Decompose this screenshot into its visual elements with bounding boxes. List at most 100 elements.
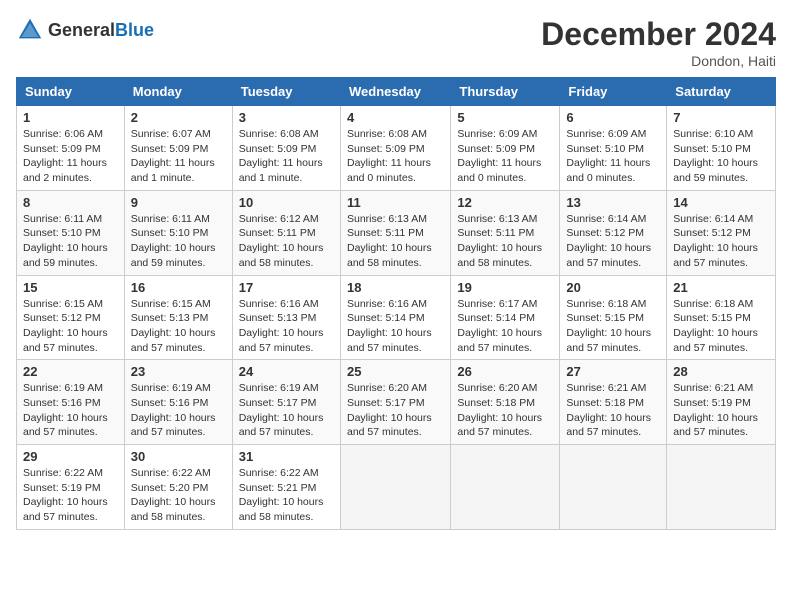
table-row: 11 Sunrise: 6:13 AM Sunset: 5:11 PM Dayl… (340, 190, 450, 275)
day-info: Sunrise: 6:11 AM Sunset: 5:10 PM Dayligh… (23, 212, 118, 271)
col-monday: Monday (124, 78, 232, 106)
table-row: 31 Sunrise: 6:22 AM Sunset: 5:21 PM Dayl… (232, 445, 340, 530)
col-thursday: Thursday (451, 78, 560, 106)
day-number: 8 (23, 195, 118, 210)
day-info: Sunrise: 6:15 AM Sunset: 5:13 PM Dayligh… (131, 297, 226, 356)
page-header: GeneralBlue December 2024 Dondon, Haiti (16, 16, 776, 69)
table-row: 13 Sunrise: 6:14 AM Sunset: 5:12 PM Dayl… (560, 190, 667, 275)
calendar-header-row: Sunday Monday Tuesday Wednesday Thursday… (17, 78, 776, 106)
table-row: 21 Sunrise: 6:18 AM Sunset: 5:15 PM Dayl… (667, 275, 776, 360)
table-row: 4 Sunrise: 6:08 AM Sunset: 5:09 PM Dayli… (340, 106, 450, 191)
logo-text: GeneralBlue (48, 20, 154, 41)
day-number: 27 (566, 364, 660, 379)
table-row: 7 Sunrise: 6:10 AM Sunset: 5:10 PM Dayli… (667, 106, 776, 191)
table-row: 15 Sunrise: 6:15 AM Sunset: 5:12 PM Dayl… (17, 275, 125, 360)
table-row: 17 Sunrise: 6:16 AM Sunset: 5:13 PM Dayl… (232, 275, 340, 360)
logo-general: General (48, 20, 115, 40)
col-friday: Friday (560, 78, 667, 106)
table-row: 29 Sunrise: 6:22 AM Sunset: 5:19 PM Dayl… (17, 445, 125, 530)
day-info: Sunrise: 6:16 AM Sunset: 5:13 PM Dayligh… (239, 297, 334, 356)
day-info: Sunrise: 6:18 AM Sunset: 5:15 PM Dayligh… (566, 297, 660, 356)
table-row: 12 Sunrise: 6:13 AM Sunset: 5:11 PM Dayl… (451, 190, 560, 275)
day-number: 4 (347, 110, 444, 125)
day-info: Sunrise: 6:12 AM Sunset: 5:11 PM Dayligh… (239, 212, 334, 271)
day-number: 7 (673, 110, 769, 125)
day-number: 11 (347, 195, 444, 210)
table-row: 14 Sunrise: 6:14 AM Sunset: 5:12 PM Dayl… (667, 190, 776, 275)
day-number: 28 (673, 364, 769, 379)
table-row: 20 Sunrise: 6:18 AM Sunset: 5:15 PM Dayl… (560, 275, 667, 360)
day-number: 25 (347, 364, 444, 379)
day-info: Sunrise: 6:22 AM Sunset: 5:19 PM Dayligh… (23, 466, 118, 525)
table-row: 23 Sunrise: 6:19 AM Sunset: 5:16 PM Dayl… (124, 360, 232, 445)
table-row: 5 Sunrise: 6:09 AM Sunset: 5:09 PM Dayli… (451, 106, 560, 191)
table-row: 26 Sunrise: 6:20 AM Sunset: 5:18 PM Dayl… (451, 360, 560, 445)
day-number: 24 (239, 364, 334, 379)
table-row: 22 Sunrise: 6:19 AM Sunset: 5:16 PM Dayl… (17, 360, 125, 445)
day-info: Sunrise: 6:16 AM Sunset: 5:14 PM Dayligh… (347, 297, 444, 356)
day-number: 19 (457, 280, 553, 295)
day-info: Sunrise: 6:13 AM Sunset: 5:11 PM Dayligh… (457, 212, 553, 271)
day-info: Sunrise: 6:10 AM Sunset: 5:10 PM Dayligh… (673, 127, 769, 186)
day-number: 17 (239, 280, 334, 295)
location-title: Dondon, Haiti (541, 53, 776, 69)
table-row: 8 Sunrise: 6:11 AM Sunset: 5:10 PM Dayli… (17, 190, 125, 275)
day-info: Sunrise: 6:08 AM Sunset: 5:09 PM Dayligh… (347, 127, 444, 186)
day-number: 26 (457, 364, 553, 379)
calendar-week-row: 1 Sunrise: 6:06 AM Sunset: 5:09 PM Dayli… (17, 106, 776, 191)
day-number: 6 (566, 110, 660, 125)
day-info: Sunrise: 6:21 AM Sunset: 5:18 PM Dayligh… (566, 381, 660, 440)
table-row: 1 Sunrise: 6:06 AM Sunset: 5:09 PM Dayli… (17, 106, 125, 191)
day-info: Sunrise: 6:22 AM Sunset: 5:21 PM Dayligh… (239, 466, 334, 525)
day-info: Sunrise: 6:19 AM Sunset: 5:17 PM Dayligh… (239, 381, 334, 440)
month-title: December 2024 (541, 16, 776, 53)
day-number: 13 (566, 195, 660, 210)
day-info: Sunrise: 6:17 AM Sunset: 5:14 PM Dayligh… (457, 297, 553, 356)
day-info: Sunrise: 6:14 AM Sunset: 5:12 PM Dayligh… (673, 212, 769, 271)
table-row: 30 Sunrise: 6:22 AM Sunset: 5:20 PM Dayl… (124, 445, 232, 530)
table-row: 24 Sunrise: 6:19 AM Sunset: 5:17 PM Dayl… (232, 360, 340, 445)
calendar-table: Sunday Monday Tuesday Wednesday Thursday… (16, 77, 776, 530)
day-info: Sunrise: 6:11 AM Sunset: 5:10 PM Dayligh… (131, 212, 226, 271)
day-info: Sunrise: 6:21 AM Sunset: 5:19 PM Dayligh… (673, 381, 769, 440)
col-wednesday: Wednesday (340, 78, 450, 106)
table-row: 2 Sunrise: 6:07 AM Sunset: 5:09 PM Dayli… (124, 106, 232, 191)
title-block: December 2024 Dondon, Haiti (541, 16, 776, 69)
table-row: 3 Sunrise: 6:08 AM Sunset: 5:09 PM Dayli… (232, 106, 340, 191)
day-number: 16 (131, 280, 226, 295)
day-number: 5 (457, 110, 553, 125)
day-number: 29 (23, 449, 118, 464)
day-info: Sunrise: 6:20 AM Sunset: 5:17 PM Dayligh… (347, 381, 444, 440)
day-number: 22 (23, 364, 118, 379)
day-number: 1 (23, 110, 118, 125)
day-number: 21 (673, 280, 769, 295)
table-row: 28 Sunrise: 6:21 AM Sunset: 5:19 PM Dayl… (667, 360, 776, 445)
col-tuesday: Tuesday (232, 78, 340, 106)
logo-icon (16, 16, 44, 44)
table-row (451, 445, 560, 530)
day-info: Sunrise: 6:14 AM Sunset: 5:12 PM Dayligh… (566, 212, 660, 271)
day-number: 14 (673, 195, 769, 210)
table-row: 27 Sunrise: 6:21 AM Sunset: 5:18 PM Dayl… (560, 360, 667, 445)
day-number: 30 (131, 449, 226, 464)
day-number: 15 (23, 280, 118, 295)
table-row (667, 445, 776, 530)
day-info: Sunrise: 6:18 AM Sunset: 5:15 PM Dayligh… (673, 297, 769, 356)
calendar-week-row: 29 Sunrise: 6:22 AM Sunset: 5:19 PM Dayl… (17, 445, 776, 530)
calendar-week-row: 15 Sunrise: 6:15 AM Sunset: 5:12 PM Dayl… (17, 275, 776, 360)
day-info: Sunrise: 6:19 AM Sunset: 5:16 PM Dayligh… (23, 381, 118, 440)
col-saturday: Saturday (667, 78, 776, 106)
day-number: 12 (457, 195, 553, 210)
day-info: Sunrise: 6:20 AM Sunset: 5:18 PM Dayligh… (457, 381, 553, 440)
table-row (340, 445, 450, 530)
day-number: 20 (566, 280, 660, 295)
day-info: Sunrise: 6:06 AM Sunset: 5:09 PM Dayligh… (23, 127, 118, 186)
col-sunday: Sunday (17, 78, 125, 106)
table-row: 16 Sunrise: 6:15 AM Sunset: 5:13 PM Dayl… (124, 275, 232, 360)
day-number: 3 (239, 110, 334, 125)
logo: GeneralBlue (16, 16, 154, 44)
day-info: Sunrise: 6:09 AM Sunset: 5:10 PM Dayligh… (566, 127, 660, 186)
day-number: 31 (239, 449, 334, 464)
day-info: Sunrise: 6:09 AM Sunset: 5:09 PM Dayligh… (457, 127, 553, 186)
day-info: Sunrise: 6:07 AM Sunset: 5:09 PM Dayligh… (131, 127, 226, 186)
